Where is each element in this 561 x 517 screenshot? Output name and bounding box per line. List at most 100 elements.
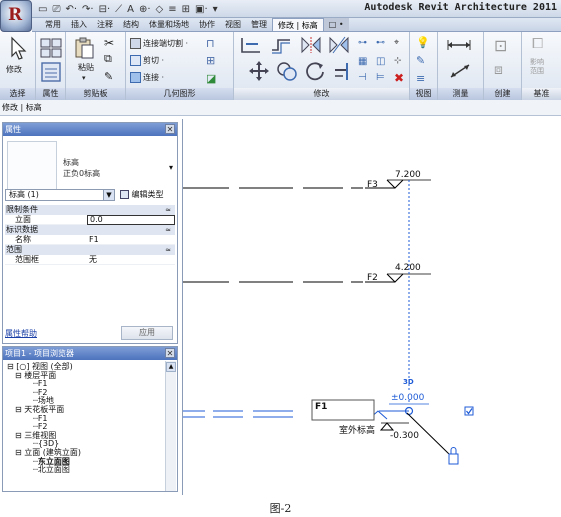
name-value[interactable]: F1	[87, 235, 175, 244]
customize-qa-icon[interactable]: ▾	[213, 4, 218, 15]
level-f2-elevation[interactable]: 4.200	[395, 263, 421, 273]
paste-icon[interactable]	[72, 36, 96, 60]
scope-box-icon[interactable]: ⧠	[532, 36, 543, 52]
level-outdoor-elevation[interactable]: -0.300	[390, 431, 419, 441]
dimension-icon[interactable]: ⟋	[115, 4, 122, 15]
3d-view-icon[interactable]: ⊕·	[139, 4, 151, 15]
tab-minimize-toggle[interactable]: □ •	[323, 18, 349, 31]
tree-node[interactable]: ⊟ 三维视图	[7, 431, 163, 441]
match-properties-icon[interactable]: ✎	[104, 70, 113, 83]
offset-icon[interactable]	[270, 36, 292, 54]
collapse-icon[interactable]: ⊟	[15, 405, 22, 414]
application-menu-button[interactable]: R	[0, 0, 32, 32]
tree-node[interactable]: ┈F2	[7, 388, 163, 398]
level-f1-elevation[interactable]: ±0.000	[391, 393, 424, 403]
open-icon[interactable]: ▭	[38, 4, 47, 15]
cut-clipboard-icon[interactable]: ✂	[104, 36, 114, 50]
modify-cursor-icon[interactable]	[7, 36, 31, 60]
browser-scrollbar[interactable]: ▲	[165, 361, 176, 491]
tab-view[interactable]: 视图	[220, 18, 246, 31]
close-hidden-icon[interactable]: ⊞	[182, 4, 190, 15]
elevation-input[interactable]: 0.0	[87, 215, 175, 225]
apply-button[interactable]: 应用	[121, 326, 173, 340]
trim-extend-icon[interactable]	[332, 60, 354, 82]
tab-manage[interactable]: 管理	[246, 18, 272, 31]
undo-icon[interactable]: ↶·	[65, 4, 77, 15]
scroll-up-icon[interactable]: ▲	[166, 362, 176, 372]
tree-node[interactable]: ┈东立面图	[7, 457, 163, 467]
join-cut-button[interactable]: 连接端切割 ·	[130, 38, 188, 49]
paint-icon[interactable]: ◪	[206, 72, 216, 85]
level-f2-name[interactable]: F2	[367, 273, 378, 283]
group-constraints[interactable]: 限制条件 ≈	[5, 205, 175, 215]
drawing-area[interactable]: F3 7.200 F2 4.200 F1 ±0.000 3D 室外标高 -0.3…	[183, 120, 561, 494]
linework-icon[interactable]: ≡	[416, 72, 425, 85]
scale-icon[interactable]: ◫	[376, 56, 385, 67]
mirror-draw-icon[interactable]	[328, 36, 350, 54]
close-icon[interactable]: ✕	[165, 124, 175, 134]
create-similar-icon[interactable]: ⊡	[494, 36, 507, 55]
tab-annotate[interactable]: 注释	[92, 18, 118, 31]
aligned-dimension-icon[interactable]	[448, 62, 472, 80]
hide-element-icon[interactable]: 💡	[416, 36, 430, 49]
cut-geometry-button[interactable]: 剪切 ·	[130, 55, 164, 66]
copy-clipboard-icon[interactable]: ⧉	[104, 52, 112, 66]
properties-palette-icon[interactable]	[41, 62, 61, 82]
align-icon[interactable]	[240, 36, 262, 54]
tree-node[interactable]: ┈北立面图	[7, 465, 163, 475]
tree-node[interactable]: ⊟ 楼层平面	[7, 371, 163, 381]
type-selector-dropdown-icon[interactable]: ▾	[169, 163, 173, 172]
tab-collaborate[interactable]: 协作	[194, 18, 220, 31]
split-gap-icon[interactable]: ⊷	[376, 38, 385, 48]
pin-icon[interactable]: ⌖	[394, 38, 399, 48]
override-graphics-icon[interactable]: ✎	[416, 54, 425, 67]
propagate-extents-button[interactable]: 影响 范围	[530, 58, 544, 76]
tab-massing-site[interactable]: 体量和场地	[144, 18, 194, 31]
mirror-axis-icon[interactable]	[300, 36, 322, 54]
edit-type-button[interactable]: 编辑类型	[120, 189, 164, 201]
tree-node[interactable]: ┈F1	[7, 414, 163, 424]
level-f1-name-input[interactable]: F1	[315, 402, 327, 412]
wall-join-icon[interactable]: ⊓	[206, 37, 215, 50]
collapse-icon[interactable]: ⊟	[7, 362, 14, 371]
collapse-icon[interactable]: ⊟	[15, 371, 22, 380]
level-f2[interactable]	[183, 273, 431, 283]
paste-button[interactable]: 粘贴	[78, 62, 94, 73]
level-f3[interactable]	[183, 179, 431, 189]
tree-node[interactable]: ┈F1	[7, 379, 163, 389]
split-icon[interactable]: ⊶	[358, 38, 367, 48]
modify-button[interactable]: 修改	[6, 64, 22, 75]
tree-node[interactable]: ⊟ 立面 (建筑立面)	[7, 448, 163, 458]
trim-single-icon[interactable]: ⊣	[358, 72, 367, 83]
redo-icon[interactable]: ↷·	[82, 4, 94, 15]
properties-help-link[interactable]: 属性帮助	[5, 328, 37, 339]
tab-home[interactable]: 常用	[40, 18, 66, 31]
level-outdoor-name[interactable]: 室外标高	[339, 423, 375, 436]
lock-icon[interactable]	[448, 453, 459, 465]
section-icon[interactable]: ◇	[156, 4, 164, 15]
group-extents[interactable]: 范围 ≈	[5, 245, 175, 255]
collapse-icon[interactable]: ⊟	[15, 431, 22, 440]
tree-node[interactable]: ⊟ 天花板平面	[7, 405, 163, 415]
elevation-view[interactable]	[183, 120, 561, 494]
type-selector[interactable]: 标高 正负0标高	[63, 157, 100, 179]
collapse-icon[interactable]: ⊟	[15, 448, 22, 457]
tab-insert[interactable]: 插入	[66, 18, 92, 31]
3d-label[interactable]: 3D	[403, 378, 414, 386]
level-f3-elevation[interactable]: 7.200	[395, 170, 421, 180]
tab-structure[interactable]: 结构	[118, 18, 144, 31]
tab-modify-level[interactable]: 修改 | 标高	[272, 18, 324, 31]
instance-selector[interactable]: 标高 (1) ▼	[5, 189, 115, 201]
save-icon[interactable]: ⎚	[52, 4, 60, 15]
paste-dropdown-icon[interactable]: ▾	[82, 74, 86, 82]
group-identity-data[interactable]: 标识数据 ≈	[5, 225, 175, 235]
unpin-icon[interactable]: ⊹	[394, 56, 402, 66]
close-icon[interactable]: ✕	[165, 348, 175, 358]
create-group-icon[interactable]: ⧈	[494, 62, 503, 78]
level-f3-name[interactable]: F3	[367, 180, 378, 190]
switch-windows-icon[interactable]: ▣·	[195, 4, 208, 15]
rotate-icon[interactable]	[304, 60, 326, 82]
scope-box-value[interactable]: 无	[87, 255, 175, 264]
copy-icon[interactable]	[276, 60, 298, 82]
type-properties-icon[interactable]	[39, 36, 63, 60]
